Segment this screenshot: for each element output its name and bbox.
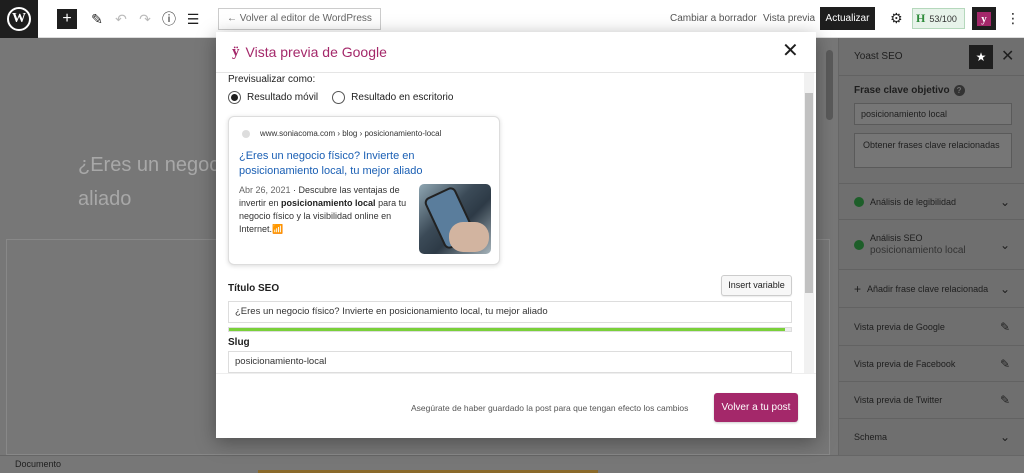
seo-analysis-row[interactable]: Análisis SEO posicionamiento local ⌄ <box>839 219 1024 269</box>
settings-gear-icon[interactable]: ⚙ <box>890 10 903 27</box>
wordpress-icon: W <box>7 6 31 31</box>
list-view-icon[interactable]: ☰ <box>184 10 202 28</box>
mobile-radio[interactable] <box>228 91 241 104</box>
modal-body: Previsualizar como: Resultado móvil Resu… <box>216 73 816 373</box>
keyphrase-label: Frase clave objetivo? <box>854 85 965 96</box>
schema-row[interactable]: Schema ⌄ <box>839 418 1024 455</box>
wordpress-logo[interactable]: W <box>0 0 38 38</box>
update-button[interactable]: Actualizar <box>820 7 875 30</box>
seo-analysis-label: Análisis SEO <box>870 233 923 243</box>
preview-as-label: Previsualizar como: <box>228 74 316 85</box>
desktop-radio-label[interactable]: Resultado en escritorio <box>351 92 453 103</box>
slug-input[interactable]: posicionamiento-local <box>228 351 792 373</box>
chevron-down-icon: ⌄ <box>999 194 1010 209</box>
yoast-sidebar-button[interactable]: y <box>972 7 996 30</box>
favicon-icon <box>242 129 250 138</box>
serp-breadcrumb: www.soniacoma.com › blog › posicionamien… <box>242 129 441 138</box>
add-block-button[interactable]: + <box>57 9 77 29</box>
get-related-keyphrases-button[interactable]: Obtener frases clave relacionadas <box>854 133 1012 168</box>
back-to-wordpress-button[interactable]: ← Volver al editor de WordPress <box>218 8 381 30</box>
google-preview-row[interactable]: Vista previa de Google ✎ <box>839 307 1024 345</box>
preview-button[interactable]: Vista previa <box>763 13 815 24</box>
redo-icon[interactable]: ↷ <box>136 10 154 28</box>
readability-analysis-row[interactable]: Análisis de legibilidad ⌄ <box>839 183 1024 219</box>
seo-analysis-text: Análisis SEO posicionamiento local <box>870 233 966 256</box>
sidebar-close-icon[interactable]: ✕ <box>1001 46 1014 66</box>
modal-header: ÿ Vista previa de Google <box>216 32 816 73</box>
seo-title-progress <box>228 327 792 332</box>
yoast-sidebar: Yoast SEO ★ ✕ Frase clave objetivo? posi… <box>838 38 1024 455</box>
modal-close-icon[interactable]: ✕ <box>782 41 799 61</box>
more-options-icon[interactable]: ⋮ <box>1006 10 1020 27</box>
add-related-label: Añadir frase clave relacionada <box>867 283 989 294</box>
facebook-preview-label: Vista previa de Facebook <box>854 358 956 369</box>
keyphrase-input[interactable]: posicionamiento local <box>854 103 1012 125</box>
switch-to-draft-button[interactable]: Cambiar a borrador <box>670 13 757 24</box>
google-preview-modal: ÿ Vista previa de Google ✕ Previsualizar… <box>216 32 816 438</box>
chevron-down-icon: ⌄ <box>999 237 1010 252</box>
score-h-icon: H <box>916 11 926 25</box>
twitter-preview-label: Vista previa de Twitter <box>854 395 943 405</box>
chevron-down-icon: ⌄ <box>999 430 1010 444</box>
progress-fill <box>229 328 786 331</box>
seo-title-input[interactable]: ¿Eres un negocio físico? Invierte en pos… <box>228 301 792 323</box>
serp-desc-keyword: posicionamiento local <box>281 198 376 208</box>
seo-status-icon <box>854 239 864 250</box>
seo-score-button[interactable]: H 53/100 <box>912 8 965 29</box>
yoast-icon: ÿ <box>232 43 240 60</box>
undo-icon[interactable]: ↶ <box>112 10 130 28</box>
facebook-preview-row[interactable]: Vista previa de Facebook ✎ <box>839 345 1024 381</box>
readability-label: Análisis de legibilidad <box>870 196 957 207</box>
star-icon[interactable]: ★ <box>969 45 993 69</box>
breadcrumb-document[interactable]: Documento <box>15 459 61 469</box>
editor-scrollbar[interactable] <box>826 50 833 120</box>
serp-date: Abr 26, 2021 <box>239 185 291 195</box>
serp-url-text: www.soniacoma.com › blog › posicionamien… <box>260 129 442 138</box>
insert-variable-button[interactable]: Insert variable <box>721 275 792 296</box>
serp-desc-emoji: 📶 <box>272 224 284 234</box>
hand-graphic <box>449 222 489 252</box>
twitter-preview-row[interactable]: Vista previa de Twitter ✎ <box>839 381 1024 418</box>
mobile-radio-label[interactable]: Resultado móvil <box>247 92 318 103</box>
serp-description[interactable]: Abr 26, 2021 · Descubre las ventajas de … <box>239 184 409 236</box>
sidebar-title: Yoast SEO <box>854 51 903 62</box>
sidebar-header: Yoast SEO <box>839 38 1024 76</box>
add-related-keyphrase-row[interactable]: + Añadir frase clave relacionada ⌄ <box>839 269 1024 307</box>
serp-title[interactable]: ¿Eres un negocio físico? Invierte en pos… <box>239 149 429 179</box>
status-bar: Documento <box>0 455 1024 473</box>
modal-title: Vista previa de Google <box>245 44 387 60</box>
help-icon[interactable]: ? <box>953 85 965 96</box>
seo-title-label: Título SEO <box>228 283 280 294</box>
return-to-post-button[interactable]: Volver a tu post <box>714 393 798 422</box>
slug-label: Slug <box>228 337 250 348</box>
serp-thumbnail <box>419 184 491 254</box>
modal-footer: Asegúrate de haber guardado la post para… <box>216 373 816 438</box>
google-preview-label: Vista previa de Google <box>854 321 945 332</box>
google-result-preview: www.soniacoma.com › blog › posicionamien… <box>228 116 500 265</box>
edit-icon: ✎ <box>999 393 1010 407</box>
edit-icon: ✎ <box>999 319 1010 334</box>
edit-icon: ✎ <box>999 356 1010 371</box>
save-reminder-text: Asegúrate de haber guardado la post para… <box>411 403 689 413</box>
chevron-down-icon: ⌄ <box>999 281 1010 296</box>
seo-analysis-keyphrase: posicionamiento local <box>870 245 966 256</box>
plus-icon: + <box>854 281 862 296</box>
schema-label: Schema <box>854 432 888 442</box>
modal-scrollbar-thumb[interactable] <box>805 93 813 293</box>
preview-mode-radios: Resultado móvil Resultado en escritorio <box>228 91 453 104</box>
readability-status-icon <box>854 196 864 207</box>
seo-score: 53/100 <box>929 13 957 24</box>
info-icon[interactable]: ⓘ <box>160 10 178 28</box>
desktop-radio[interactable] <box>332 91 346 104</box>
yoast-icon: y <box>977 11 991 26</box>
edit-pencil-icon[interactable]: ✎ <box>88 10 106 28</box>
